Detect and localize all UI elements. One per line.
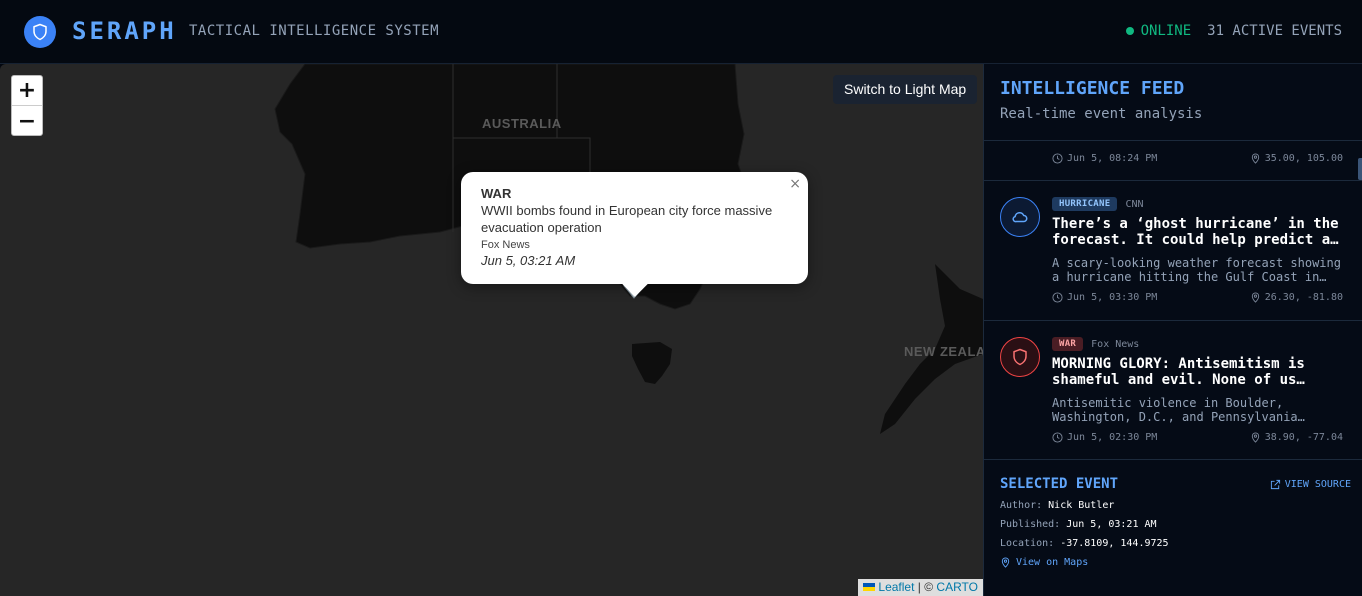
timestamp: Jun 5, 08:24 PM (1052, 153, 1157, 164)
feed-title: INTELLIGENCE FEED (1000, 78, 1185, 99)
online-status: ONLINE (1125, 23, 1192, 39)
feed-item[interactable]: WAR Fox News MORNING GLORY: Antisemitism… (984, 321, 1362, 460)
location-row: Location: -37.8109, 144.9725 (1000, 538, 1169, 549)
feed-item-meta: Jun 5, 03:30 PM 26.30, -81.80 (1052, 292, 1343, 303)
clock-icon (1052, 292, 1063, 303)
external-link-icon (1270, 479, 1280, 490)
zoom-control: + − (11, 75, 43, 136)
switch-map-style-button[interactable]: Switch to Light Map (833, 75, 978, 104)
status-dot-icon (1125, 27, 1134, 35)
feed-item[interactable]: HURRICANE CNN There’s a ‘ghost hurricane… (984, 181, 1362, 321)
map-attribution: Leaflet | © CARTO (858, 579, 983, 596)
clock-icon (1052, 153, 1063, 164)
map-pin-icon (1251, 292, 1259, 303)
clock-icon (1052, 432, 1063, 443)
carto-link[interactable]: CARTO (936, 580, 978, 594)
map-terrain (274, 64, 983, 434)
selected-event-panel: SELECTED EVENT VIEW SOURCE Author: Nick B… (984, 460, 1362, 596)
category-badge: HURRICANE (1052, 197, 1118, 211)
popup-event-date: Jun 5, 03:21 AM (481, 253, 576, 268)
popup-event-source: Fox News (481, 239, 530, 251)
zoom-out-button[interactable]: − (12, 106, 42, 136)
published-row: Published: Jun 5, 03:21 AM (1000, 519, 1157, 530)
attribution-separator: | © (917, 580, 934, 594)
map-pin-icon (1251, 153, 1259, 164)
coordinates: 35.00, 105.00 (1250, 153, 1343, 164)
feed-item-description: A scary-looking weather forecast showing… (1052, 256, 1341, 284)
status-area: ONLINE 31 ACTIVE EVENTS (1125, 23, 1342, 39)
feed-item-source: Fox News (1091, 338, 1140, 350)
zoom-in-button[interactable]: + (12, 76, 42, 106)
event-popup: × WAR WWII bombs found in European city … (461, 172, 808, 297)
coordinates: 26.30, -81.80 (1250, 292, 1343, 303)
coordinates: 38.90, -77.04 (1250, 432, 1343, 443)
intelligence-feed-panel: INTELLIGENCE FEED Real-time event analys… (983, 64, 1362, 596)
app-header: SERAPH TACTICAL INTELLIGENCE SYSTEM ONLI… (0, 0, 1362, 64)
author-value: Nick Butler (1048, 500, 1115, 511)
view-source-button[interactable]: VIEW SOURCE (1270, 479, 1351, 490)
location-value: -37.8109, 144.9725 (1060, 538, 1169, 549)
popup-event-type: WAR (481, 186, 512, 201)
timestamp: Jun 5, 02:30 PM (1052, 432, 1157, 443)
map-pin-icon (1001, 557, 1010, 568)
category-badge: WAR (1052, 337, 1084, 351)
shield-icon (1000, 337, 1040, 377)
cloud-icon (1000, 197, 1040, 237)
timestamp: Jun 5, 03:30 PM (1052, 292, 1157, 303)
author-row: Author: Nick Butler (1000, 500, 1115, 511)
map-label-new-zealand: NEW ZEALA (904, 344, 983, 359)
feed-item-badges: WAR Fox News (1052, 337, 1139, 351)
published-value: Jun 5, 03:21 AM (1066, 519, 1157, 530)
feed-item-title: MORNING GLORY: Antisemitism is shameful … (1052, 356, 1305, 388)
shield-icon (24, 16, 56, 48)
map-label-australia: AUSTRALIA (482, 116, 562, 131)
online-label: ONLINE (1140, 23, 1192, 39)
popup-event-title: WWII bombs found in European city force … (481, 203, 773, 235)
feed-item-description: Antisemitic violence in Boulder, Washing… (1052, 396, 1305, 424)
leaflet-link[interactable]: Leaflet (878, 580, 914, 594)
feed-item-badges: HURRICANE CNN (1052, 197, 1144, 211)
active-events-count: 31 ACTIVE EVENTS (1207, 23, 1342, 39)
feed-subtitle: Real-time event analysis (1000, 106, 1203, 122)
view-on-maps-link[interactable]: View on Maps (1000, 557, 1347, 568)
feed-item-meta: Jun 5, 08:24 PM 35.00, 105.00 (1052, 153, 1343, 164)
feed-header: INTELLIGENCE FEED Real-time event analys… (984, 64, 1362, 141)
ukraine-flag-icon (863, 583, 876, 591)
app-title: SERAPH (72, 17, 177, 45)
map-view[interactable]: AUSTRALIA NEW ZEALA + − Switch to Light … (0, 64, 983, 596)
feed-item-partial[interactable]: Jun 5, 08:24 PM 35.00, 105.00 (984, 141, 1362, 181)
map-pin-icon (1251, 432, 1259, 443)
feed-item-meta: Jun 5, 02:30 PM 38.90, -77.04 (1052, 432, 1343, 443)
feed-item-title: There’s a ‘ghost hurricane’ in the forec… (1052, 216, 1339, 248)
app-subtitle: TACTICAL INTELLIGENCE SYSTEM (189, 23, 440, 39)
popup-close-icon[interactable]: × (789, 176, 801, 192)
feed-item-source: CNN (1125, 198, 1144, 210)
